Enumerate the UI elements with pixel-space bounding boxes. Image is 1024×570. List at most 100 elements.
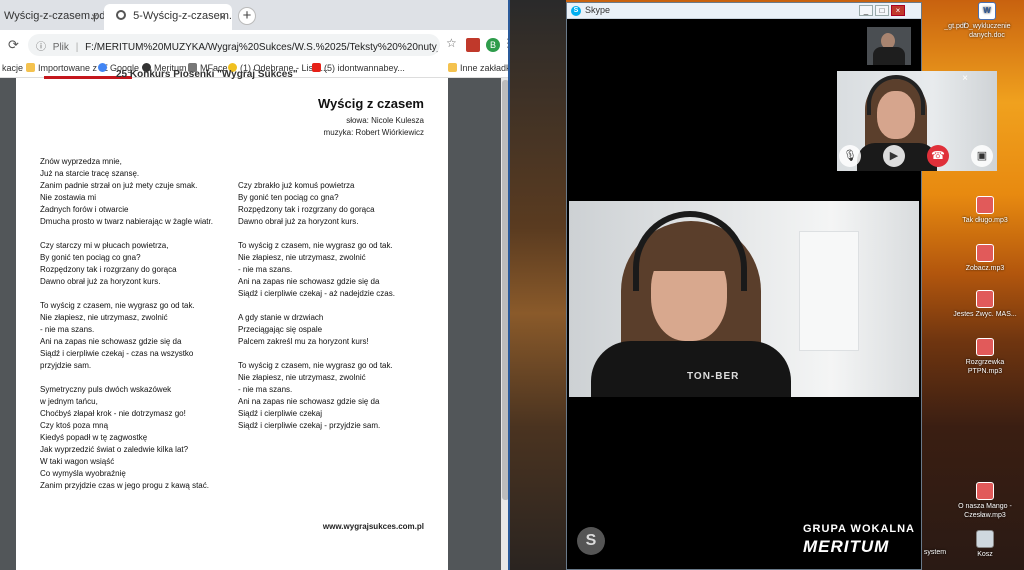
pdf-viewer[interactable]: 25 Konkurs Piosenki "Wygraj Sukces" Wyśc…: [0, 69, 508, 570]
lyrics-line: w jednym tańcu,: [40, 397, 98, 406]
lyrics-right-column: Czy zbrakło już komuś powietrza By gonić …: [238, 180, 438, 444]
lyrics-line: Palcem zakreśl mu za horyzont kurs!: [238, 337, 369, 346]
lyrics-line: Choćbyś złapał krok - nie dotrzymasz go!: [40, 409, 186, 418]
lyrics-line: Jak wyprzedzić świat o zaledwie kilka la…: [40, 445, 189, 454]
song-title: Wyścig z czasem: [318, 96, 424, 111]
lyrics-line: - nie ma szans.: [238, 265, 293, 274]
lyrics-line: W taki wagon wsiąść: [40, 457, 115, 466]
desktop-icon-tak-dlugo[interactable]: Tak długo.mp3: [950, 196, 1020, 225]
desktop-icon-pdf[interactable]: _gt.pdf: [920, 22, 990, 31]
lyrics-line: - nie ma szans.: [238, 385, 293, 394]
lyrics-line: Zanim przyjdzie czas w jego progu z kawą…: [40, 481, 209, 490]
lyrics-line: Nie złapiesz, nie utrzymasz, zwolnić: [40, 313, 168, 322]
lyrics-line: Nie złapiesz, nie utrzymasz, zwolnić: [238, 253, 366, 262]
tab-strip: Wyścig-z-czasem.pdf × 5-Wyścig-z-czasem.…: [0, 0, 508, 30]
minimize-button[interactable]: _: [859, 5, 873, 16]
lyrics-line: Symetryczny puls dwóch wskazówek: [40, 385, 172, 394]
headphones: [633, 211, 747, 291]
bookmark-star-icon[interactable]: ☆: [446, 36, 457, 50]
lyrics-line: Siądź i cierpliwie czekaj - aż nadejdzie…: [238, 289, 395, 298]
main-call-video[interactable]: TON-BER: [569, 201, 919, 397]
lyrics-line: To wyścig z czasem, nie wygrasz go od ta…: [238, 361, 393, 370]
lyrics-stanza: Czy zbrakło już komuś powietrza By gonić …: [238, 180, 438, 228]
lyrics-stanza: Czy starczy mi w płucach powietrza, By go…: [40, 240, 240, 288]
address-bar[interactable]: ⓘ Plik | F:/MERITUM%20MUZYKA/Wygraj%20Su…: [28, 34, 440, 56]
scrollbar-thumb[interactable]: [502, 80, 508, 500]
bookmark-youtube[interactable]: (5) idontwannabey...: [312, 63, 405, 73]
lyrics-credit: słowa: Nicole Kulesza: [346, 116, 424, 125]
folder-icon: [448, 63, 457, 72]
scrollbar[interactable]: [501, 78, 508, 570]
lyrics-line: Dawno obrał już za horyzont kurs.: [40, 277, 161, 286]
desktop-icon-o-nasza[interactable]: O nasza Mango - Czesław.mp3: [950, 482, 1020, 520]
camera-icon[interactable]: ▶: [883, 145, 905, 167]
info-icon[interactable]: ⓘ: [36, 42, 46, 53]
headphones: [867, 75, 925, 115]
lyrics-line: Kiedyś popadł w tę zagwostkę: [40, 433, 148, 442]
lyrics-line: To wyścig z czasem, nie wygrasz go od ta…: [40, 301, 195, 310]
bookmark-apps[interactable]: kacje: [2, 63, 23, 73]
google-icon: [98, 63, 107, 72]
tab-close-icon[interactable]: ×: [91, 10, 98, 24]
lyrics-stanza: A gdy stanie w drzwiach Przeciągając się …: [238, 312, 438, 348]
audio-file-icon: [976, 482, 994, 500]
maximize-button[interactable]: □: [875, 5, 889, 16]
reload-icon[interactable]: ⟳: [8, 37, 19, 53]
microphone-icon[interactable]: 🎙: [839, 145, 861, 167]
desktop-background: [510, 0, 566, 570]
lyrics-stanza: Symetryczny puls dwóch wskazówek w jednym…: [40, 384, 240, 492]
desktop-icon-doc[interactable]: W O_wykluczenie danych.doc: [952, 2, 1022, 40]
lyrics-line: Przeciągając się ospale: [238, 325, 323, 334]
desktop-icons: W O_wykluczenie danych.doc _gt.pdf Tak dł…: [924, 0, 1024, 570]
pdf-header: 25 Konkurs Piosenki "Wygraj Sukces": [116, 69, 298, 80]
lyrics-stanza: To wyścig z czasem, nie wygrasz go od ta…: [238, 240, 438, 300]
lyrics-line: Dawno obrał już za horyzont kurs.: [238, 217, 359, 226]
audio-file-icon: [976, 244, 994, 262]
bookmark-importowane[interactable]: Importowane z IE: [26, 63, 108, 73]
lyrics-line: A gdy stanie w drzwiach: [238, 313, 324, 322]
lyrics-line: Znów wyprzedza mnie,: [40, 157, 122, 166]
skype-logo-icon: S: [571, 6, 581, 16]
desktop-icon-jestes[interactable]: Jestes Zwyc. MAS...: [950, 290, 1020, 319]
recycle-bin-icon: [976, 530, 994, 548]
audio-file-icon: [976, 196, 994, 214]
self-preview-video[interactable]: [867, 27, 911, 65]
skype-titlebar: S Skype _ □ ×: [567, 3, 921, 19]
extension-icon[interactable]: [466, 38, 480, 52]
lyrics-line: Rozpędzony tak i rozgrzany do gorąca: [40, 265, 177, 274]
word-document-icon: W: [978, 2, 996, 20]
lyrics-line: Siądź i cierpliwie czekaj - przyjdzie sa…: [238, 421, 381, 430]
new-tab-button[interactable]: +: [238, 7, 256, 25]
tab-5-wyscig-pdf[interactable]: 5-Wyścig-z-czasem.pdf ×: [104, 4, 232, 30]
lyrics-line: Siądź i cierpliwie czekaj - czas na wszy…: [40, 349, 194, 358]
tab-close-icon[interactable]: ×: [219, 10, 226, 24]
lyrics-stanza: To wyścig z czasem, nie wygrasz go od ta…: [40, 300, 240, 372]
lyrics-line: Czy zbrakło już komuś powietrza: [238, 181, 355, 190]
url-text[interactable]: F:/MERITUM%20MUZYKA/Wygraj%20Sukces/W.S.…: [85, 42, 440, 53]
pdf-page: 25 Konkurs Piosenki "Wygraj Sukces" Wyśc…: [16, 69, 448, 570]
window-title: Skype: [585, 5, 611, 15]
body: [591, 341, 791, 397]
browser-window: Wyścig-z-czasem.pdf × 5-Wyścig-z-czasem.…: [0, 0, 510, 570]
audio-file-icon: [976, 338, 994, 356]
desktop-icon-rozgrzewka[interactable]: Rozgrzewka PTPN.mp3: [950, 338, 1020, 376]
tab-label: Wyścig-z-czasem.pdf: [4, 10, 104, 22]
close-button[interactable]: ×: [891, 5, 905, 16]
profile-avatar[interactable]: B: [486, 38, 500, 52]
lyrics-line: Co wymyśla wyobraźnię: [40, 469, 126, 478]
file-label: Plik: [52, 42, 69, 53]
music-credit: muzyka: Robert Wiórkiewicz: [323, 128, 424, 137]
skype-icon[interactable]: S: [577, 527, 605, 555]
lyrics-line: To wyścig z czasem, nie wygrasz go od ta…: [238, 241, 393, 250]
bookmark-inne[interactable]: Inne zakładki: [448, 63, 508, 73]
tab-label: 5-Wyścig-z-czasem.pdf: [133, 10, 232, 22]
website-link[interactable]: www.wygrajsukces.com.pl: [323, 522, 424, 531]
watermark-line1: GRUPA WOKALNA: [803, 523, 915, 535]
tab-wyscig-pdf[interactable]: Wyścig-z-czasem.pdf ×: [0, 4, 104, 30]
lyrics-line: przyjdzie sam.: [40, 361, 92, 370]
shirt-text: TON-BER: [687, 371, 740, 382]
desktop-icon-zobacz[interactable]: Zobacz.mp3: [950, 244, 1020, 273]
desktop-icon-system[interactable]: system: [900, 548, 970, 557]
menu-dots-icon[interactable]: ⋮: [502, 36, 508, 50]
youtube-icon: [312, 63, 321, 72]
